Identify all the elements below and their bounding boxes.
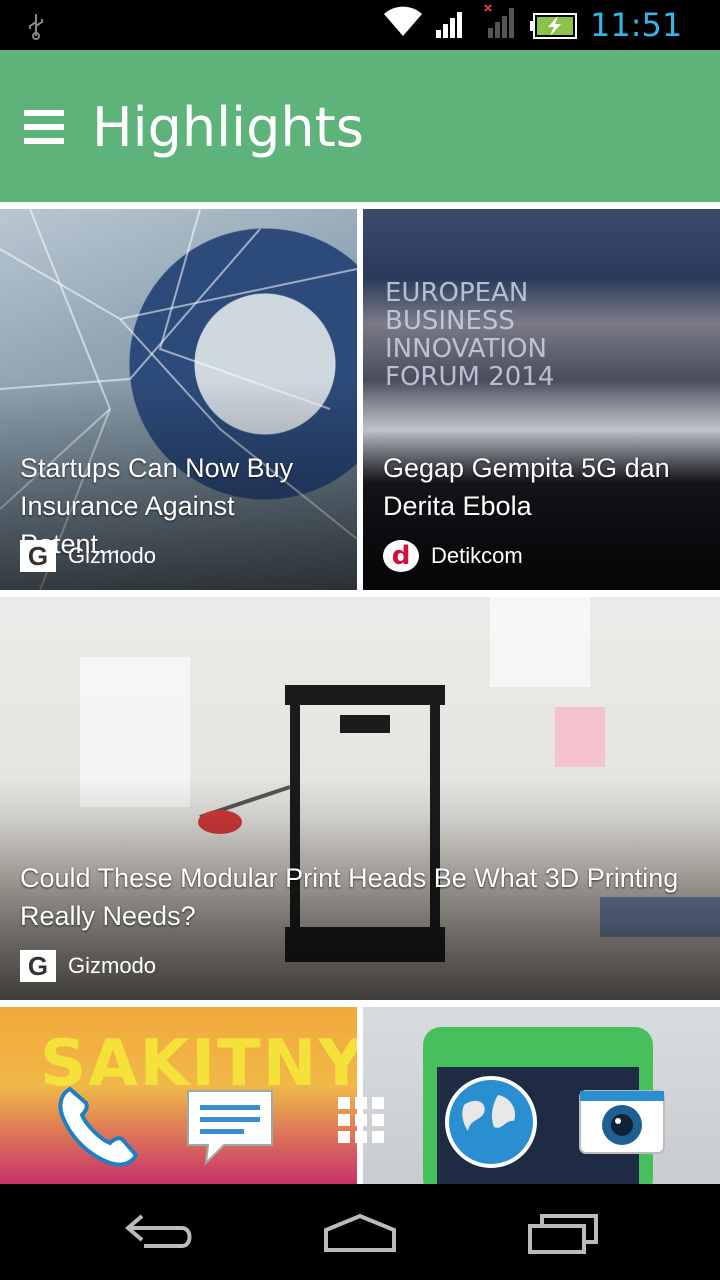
card-source: G Gizmodo [20, 950, 156, 982]
banner-line: BUSINESS [385, 306, 515, 336]
app-drawer-icon[interactable] [336, 1095, 386, 1145]
navigation-bar [0, 1184, 720, 1280]
camera-icon[interactable] [578, 1089, 666, 1155]
usb-icon [29, 14, 43, 40]
source-name: Gizmodo [68, 543, 157, 568]
phone-icon[interactable] [52, 1079, 144, 1171]
app-bar: Highlights [0, 50, 720, 202]
clock-time: 11:51 [590, 6, 683, 44]
source-name: Gizmodo [68, 953, 157, 978]
gizmodo-logo-icon: G [20, 540, 56, 572]
browser-globe-icon[interactable] [444, 1075, 538, 1169]
signal-icon [436, 12, 462, 38]
no-signal-icon [484, 4, 514, 38]
news-card[interactable]: Could These Modular Print Heads Be What … [0, 597, 720, 1000]
gizmodo-logo-icon: G [20, 950, 56, 982]
status-bar: 11:51 AM [0, 0, 720, 79]
news-card[interactable]: EUROPEAN BUSINESS INNOVATION FORUM 2014 … [363, 209, 720, 590]
home-icon[interactable] [322, 1212, 398, 1254]
wifi-icon [384, 6, 422, 36]
back-icon[interactable] [124, 1210, 196, 1254]
banner-line: INNOVATION [385, 334, 547, 364]
page-title: Highlights [92, 96, 364, 159]
forum-banner-text: EUROPEAN BUSINESS INNOVATION FORUM 2014 [385, 279, 554, 391]
detikcom-logo-icon: d [383, 540, 419, 572]
banner-line: EUROPEAN [385, 278, 529, 308]
news-card[interactable]: Startups Can Now Buy Insurance Against P… [0, 209, 357, 590]
recent-apps-icon[interactable] [526, 1214, 600, 1254]
card-title: Could These Modular Print Heads Be What … [20, 863, 679, 931]
messaging-icon[interactable] [184, 1087, 276, 1167]
source-name: Detikcom [431, 543, 523, 568]
card-title: Gegap Gempita 5G dan Derita Ebola [383, 453, 670, 521]
card-source: d Detikcom [383, 540, 523, 572]
battery-charging-icon [530, 13, 577, 39]
hamburger-menu-icon[interactable] [24, 110, 66, 144]
home-dock [0, 1075, 720, 1175]
card-source: G Gizmodo [20, 540, 156, 572]
